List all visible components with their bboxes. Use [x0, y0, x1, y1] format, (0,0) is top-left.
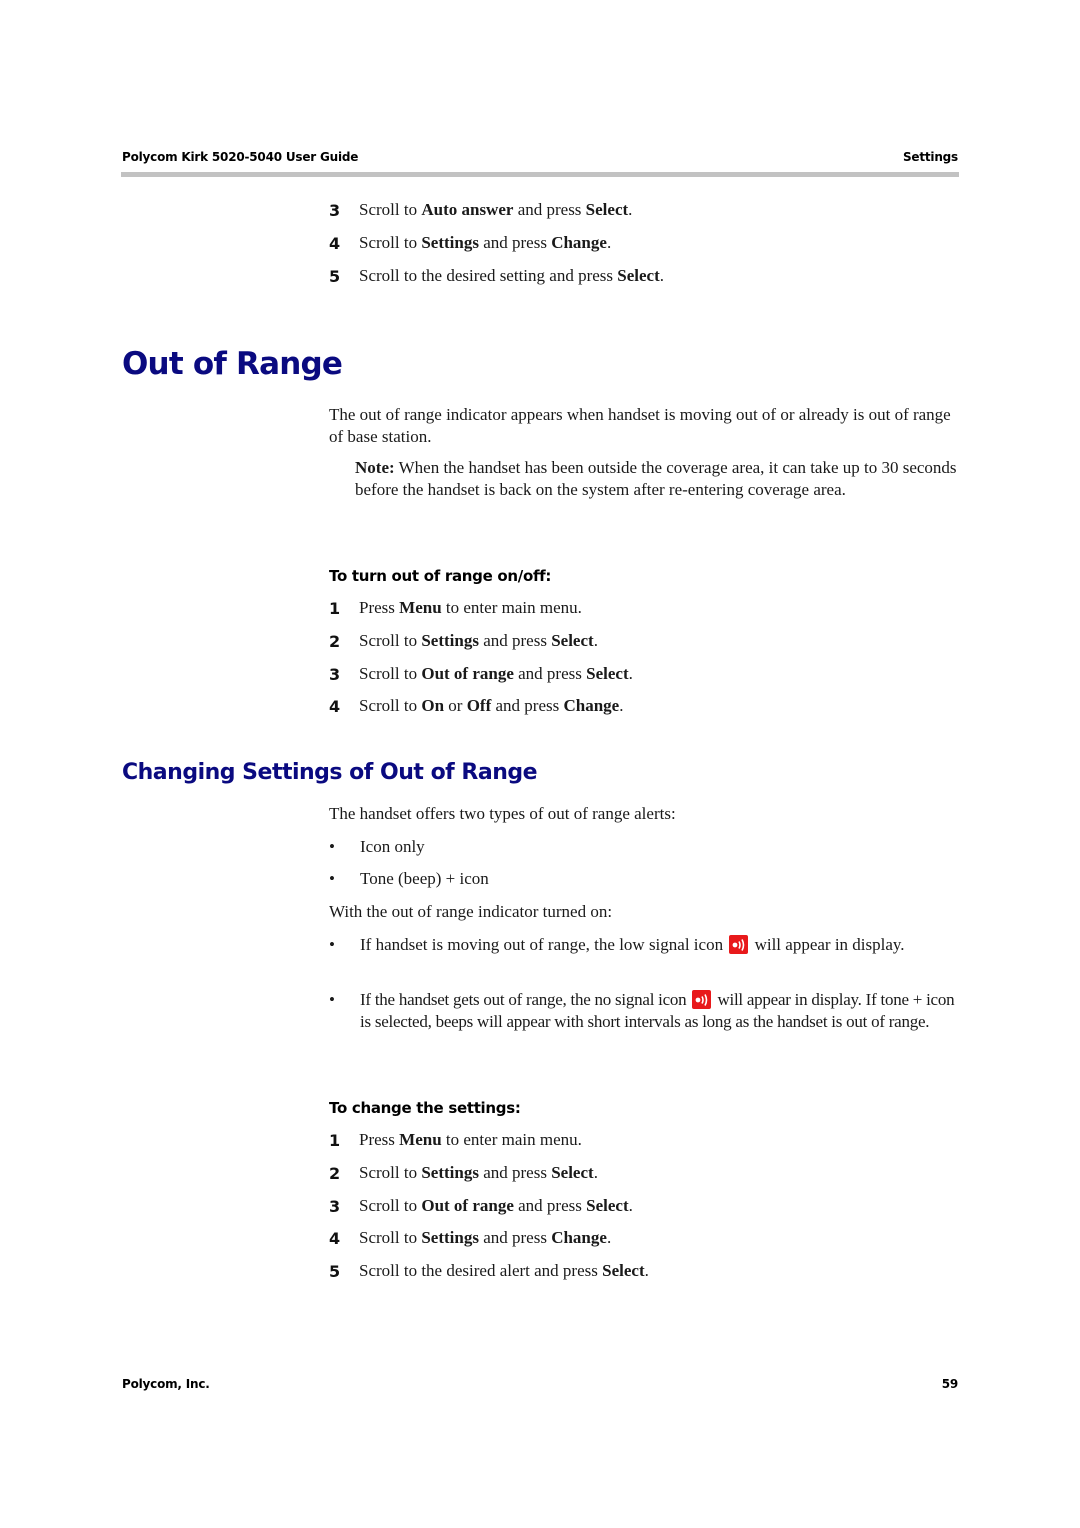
step-text: Scroll to On or Off and press Change.: [359, 696, 624, 715]
step-number: 3: [329, 201, 341, 220]
footer-company: Polycom, Inc.: [122, 1377, 210, 1391]
step-text: Scroll to Out of range and press Select.: [359, 1196, 633, 1215]
step-number: 3: [329, 1197, 341, 1216]
bullet-icon: •: [329, 990, 335, 1009]
section-title-changing-settings: Changing Settings of Out of Range: [122, 760, 538, 785]
procedure-title-turn-on-off: To turn out of range on/off:: [329, 567, 552, 585]
no-signal-icon: [692, 990, 712, 1009]
step-text: Scroll to Auto answer and press Select.: [359, 200, 633, 219]
step-text: Scroll to the desired setting and press …: [359, 266, 664, 285]
step-number: 4: [329, 234, 341, 253]
bullet-text: If handset is moving out of range, the l…: [360, 935, 905, 954]
alerts-intro-paragraph: The handset offers two types of out of r…: [329, 804, 676, 823]
header-section-name: Settings: [902, 150, 958, 164]
bullet-text: Tone (beep) + icon: [360, 869, 489, 888]
step-number: 1: [329, 599, 341, 618]
step-text: Scroll to Settings and press Change.: [359, 1228, 612, 1247]
header-divider: [121, 172, 959, 177]
step-number: 4: [329, 697, 341, 716]
step-number: 5: [329, 1262, 341, 1281]
section-intro-paragraph: The out of range indicator appears when …: [329, 405, 951, 446]
header-document-title: Polycom Kirk 5020-5040 User Guide: [122, 150, 359, 164]
step-number: 2: [329, 632, 341, 651]
step-number: 1: [329, 1131, 341, 1150]
step-number: 2: [329, 1164, 341, 1183]
procedure-title-change-settings: To change the settings:: [329, 1099, 521, 1117]
step-number: 5: [329, 267, 341, 286]
section-title-out-of-range: Out of Range: [122, 346, 343, 382]
indicator-intro-paragraph: With the out of range indicator turned o…: [329, 902, 613, 921]
step-text: Scroll to Settings and press Change.: [359, 233, 612, 252]
bullet-text: Icon only: [360, 837, 425, 856]
step-text: Scroll to Settings and press Select.: [359, 1163, 598, 1182]
bullet-icon: •: [329, 869, 335, 888]
bullet-icon: •: [329, 837, 335, 856]
step-number: 4: [329, 1229, 341, 1248]
step-number: 3: [329, 665, 341, 684]
note-text: When the handset has been outside the co…: [355, 458, 957, 499]
page-number: 59: [941, 1377, 959, 1391]
step-text: Scroll to the desired alert and press Se…: [359, 1261, 649, 1280]
step-text: Press Menu to enter main menu.: [359, 598, 582, 617]
low-signal-icon: [729, 935, 749, 954]
step-text: Scroll to Settings and press Select.: [359, 631, 598, 650]
step-text: Press Menu to enter main menu.: [359, 1130, 582, 1149]
note-label: Note:: [355, 458, 395, 477]
page-header: Polycom Kirk 5020-5040 User Guide Settin…: [122, 150, 958, 168]
step-text: Scroll to Out of range and press Select.: [359, 664, 633, 683]
note-block: Note: When the handset has been outside …: [355, 457, 959, 501]
bullet-text: If the handset gets out of range, the no…: [360, 990, 955, 1031]
bullet-icon: •: [329, 935, 335, 954]
